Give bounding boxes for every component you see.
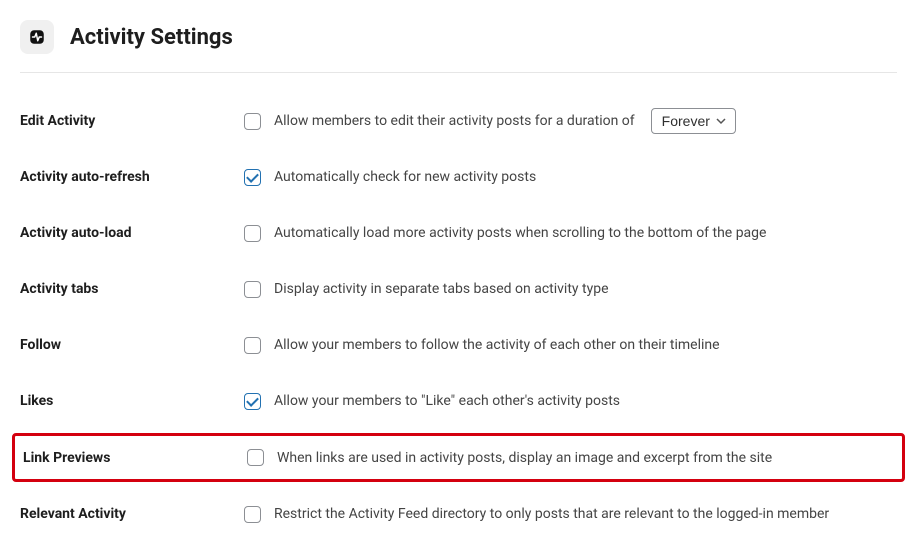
row-relevant-activity: Relevant Activity Restrict the Activity …	[20, 486, 897, 542]
label-link-previews: Link Previews	[23, 450, 243, 466]
desc-relevant-activity: Restrict the Activity Feed directory to …	[274, 506, 829, 522]
row-link-previews: Link Previews When links are used in act…	[12, 433, 905, 482]
checkbox-likes[interactable]	[244, 393, 261, 410]
desc-edit-activity: Allow members to edit their activity pos…	[274, 113, 635, 129]
label-auto-refresh: Activity auto-refresh	[20, 169, 240, 185]
label-likes: Likes	[20, 393, 240, 409]
page-title: Activity Settings	[70, 25, 233, 50]
settings-table: Edit Activity Allow members to edit thei…	[20, 93, 897, 542]
activity-icon	[20, 20, 54, 54]
label-auto-load: Activity auto-load	[20, 225, 240, 241]
checkbox-activity-tabs[interactable]	[244, 281, 261, 298]
row-likes: Likes Allow your members to "Like" each …	[20, 373, 897, 429]
label-relevant-activity: Relevant Activity	[20, 506, 240, 522]
checkbox-link-previews[interactable]	[247, 449, 264, 466]
desc-link-previews: When links are used in activity posts, d…	[277, 450, 772, 466]
desc-auto-load: Automatically load more activity posts w…	[274, 225, 766, 241]
label-activity-tabs: Activity tabs	[20, 281, 240, 297]
desc-likes: Allow your members to "Like" each other'…	[274, 393, 620, 409]
desc-follow: Allow your members to follow the activit…	[274, 337, 720, 353]
desc-activity-tabs: Display activity in separate tabs based …	[274, 281, 609, 297]
page-header: Activity Settings	[20, 20, 897, 73]
checkbox-auto-load[interactable]	[244, 225, 261, 242]
checkbox-auto-refresh[interactable]	[244, 169, 261, 186]
row-edit-activity: Edit Activity Allow members to edit thei…	[20, 93, 897, 149]
row-activity-tabs: Activity tabs Display activity in separa…	[20, 261, 897, 317]
checkbox-edit-activity[interactable]	[244, 113, 261, 130]
label-follow: Follow	[20, 337, 240, 353]
select-edit-duration[interactable]: Forever	[651, 108, 736, 134]
label-edit-activity: Edit Activity	[20, 113, 240, 129]
desc-auto-refresh: Automatically check for new activity pos…	[274, 169, 536, 185]
checkbox-relevant-activity[interactable]	[244, 506, 261, 523]
checkbox-follow[interactable]	[244, 337, 261, 354]
row-follow: Follow Allow your members to follow the …	[20, 317, 897, 373]
row-auto-refresh: Activity auto-refresh Automatically chec…	[20, 149, 897, 205]
row-auto-load: Activity auto-load Automatically load mo…	[20, 205, 897, 261]
